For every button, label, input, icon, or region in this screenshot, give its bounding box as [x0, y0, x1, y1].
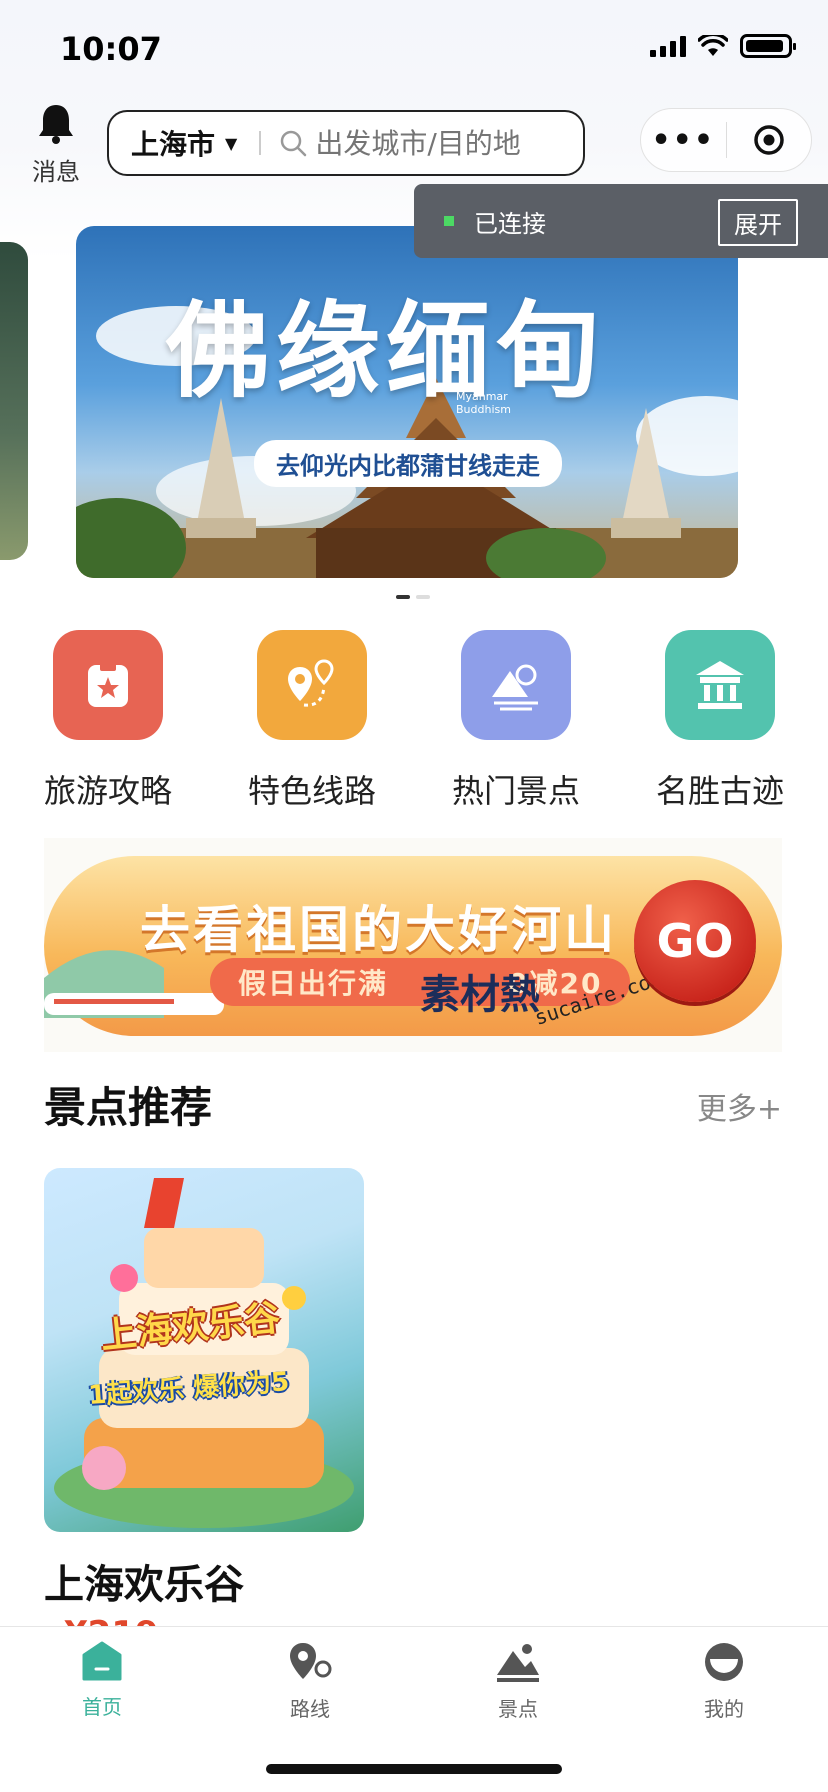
tab-label: 我的 — [704, 1697, 744, 1721]
home-indicator — [266, 1764, 562, 1774]
city-label: 上海市 — [131, 128, 216, 161]
temple-icon — [665, 630, 775, 740]
guide-book-icon — [53, 630, 163, 740]
category-travel-guide[interactable]: 旅游攻略 — [28, 630, 188, 812]
banner-pill: 去仰光内比都蒲甘线走走 — [254, 440, 562, 487]
search-icon — [281, 130, 307, 157]
route-icon — [290, 1643, 332, 1679]
debug-connection-panel: 已连接 展开 — [414, 184, 828, 258]
city-selector[interactable]: 上海市 ▼ — [131, 123, 237, 163]
carousel-dot-active — [396, 595, 410, 599]
connected-indicator — [444, 216, 454, 226]
mountain-icon — [497, 1644, 539, 1682]
section-title: 景点推荐 — [44, 1083, 213, 1132]
promo-subtitle-text: 假日出行满 — [238, 967, 389, 1000]
tab-label: 首页 — [82, 1695, 122, 1719]
search-divider — [259, 131, 262, 155]
attraction-card-image[interactable]: 上海欢乐谷 1起欢乐 爆你为5 — [44, 1168, 364, 1532]
banner-title: 佛缘缅甸 — [166, 289, 607, 412]
wifi-icon — [698, 35, 728, 56]
attraction-name[interactable]: 上海欢乐谷 — [44, 1552, 244, 1610]
banner-previous-slide[interactable] — [0, 242, 28, 560]
caret-down-icon: ▼ — [225, 133, 238, 153]
more-link[interactable]: 更多+ — [697, 1084, 782, 1128]
expand-button[interactable]: 展开 — [718, 199, 798, 246]
tab-attractions[interactable]: 景点 — [458, 1641, 578, 1722]
category-label: 旅游攻略 — [43, 772, 172, 810]
status-icons — [650, 34, 796, 58]
carousel-indicator — [396, 595, 430, 599]
battery-icon — [740, 34, 796, 58]
search-input[interactable] — [315, 126, 566, 160]
status-time: 10:07 — [60, 30, 162, 68]
close-miniprogram-button[interactable] — [727, 123, 812, 157]
category-label: 热门景点 — [451, 772, 580, 810]
category-historic-sites[interactable]: 名胜古迹 — [640, 630, 800, 812]
watermark-text: 素材熱 — [420, 972, 540, 1018]
search-bar[interactable]: 上海市 ▼ — [107, 110, 585, 176]
home-icon — [82, 1641, 122, 1681]
profile-icon — [705, 1643, 743, 1681]
carousel-dot — [416, 595, 430, 599]
messages-label: 消息 — [32, 158, 80, 186]
tab-label: 路线 — [290, 1697, 330, 1721]
banner-slide[interactable]: 佛缘缅甸 Myanmar Buddhism 去仰光内比都蒲甘线走走 — [76, 226, 738, 578]
more-options-button[interactable]: ••• — [641, 123, 726, 158]
signal-icon — [650, 35, 686, 57]
target-icon — [754, 125, 784, 155]
promo-headline: 去看祖国的大好河山 — [140, 901, 617, 959]
tab-profile[interactable]: 我的 — [664, 1641, 784, 1722]
category-featured-routes[interactable]: 特色线路 — [232, 630, 392, 812]
connection-status: 已连接 — [474, 209, 546, 238]
miniprogram-capsule: ••• — [640, 108, 812, 172]
category-hot-attractions[interactable]: 热门景点 — [436, 630, 596, 812]
banner-subtitle-en: Myanmar Buddhism — [456, 390, 511, 416]
promo-go-button[interactable]: GO — [634, 880, 756, 1002]
promo-banner[interactable]: 去看祖国的大好河山 假日出行满 0减20 素材熱 sucaire.com GO — [44, 838, 782, 1052]
category-label: 特色线路 — [247, 772, 376, 810]
scenery-icon — [461, 630, 571, 740]
tab-home[interactable]: 首页 — [42, 1641, 162, 1720]
tab-routes[interactable]: 路线 — [250, 1641, 370, 1722]
tab-label: 景点 — [498, 1697, 538, 1721]
messages-button[interactable]: 消息 — [28, 102, 84, 187]
category-label: 名胜古迹 — [655, 772, 784, 810]
route-pin-icon — [257, 630, 367, 740]
cake-illustration — [54, 1178, 354, 1528]
bell-icon — [39, 105, 73, 144]
